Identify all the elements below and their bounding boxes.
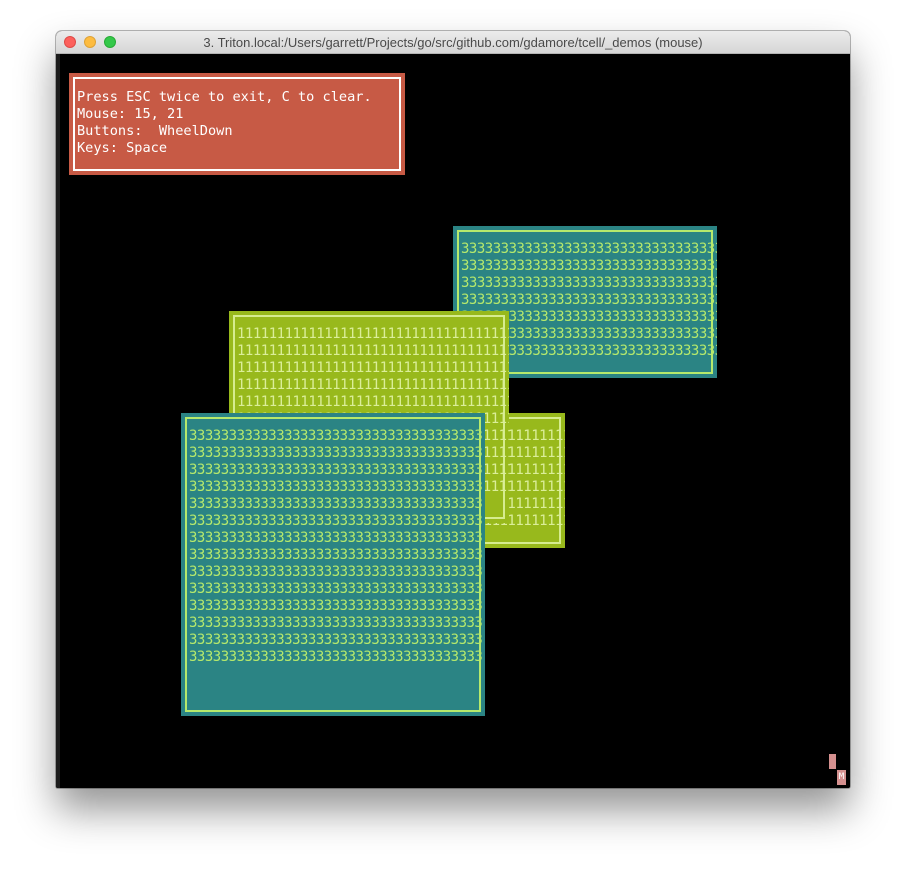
status-line: Mouse: 15, 21 (77, 106, 184, 122)
box-line: 3333333333333333333333333333333333333 (189, 649, 483, 665)
box-line: 3333333333333333333333333333333333333 (189, 496, 483, 512)
box-line: 3333333333333333333333333333333333333 (189, 581, 483, 597)
box-line: 3333333333333333333333333333333333333 (189, 428, 483, 444)
box-line: 11111111111111111111111111111111111 (237, 326, 509, 342)
window-title: 3. Triton.local:/Users/garrett/Projects/… (203, 35, 703, 50)
box-line: 3333333333333333333333333333333333333 (189, 462, 483, 478)
box-line: 333333333333333333333333333333333 (461, 275, 717, 291)
title-bar[interactable]: 3. Triton.local:/Users/garrett/Projects/… (56, 31, 850, 54)
box-line: 3333333333333333333333333333333333333 (189, 598, 483, 614)
terminal-left-edge (56, 54, 60, 788)
box-line: 11111111111111111111111111111111111 (237, 343, 509, 359)
status-panel: Press ESC twice to exit, C to clear. Mou… (69, 73, 405, 175)
box-line: 3333333333333333333333333333333333333 (189, 445, 483, 461)
status-panel-text: Press ESC twice to exit, C to clear. Mou… (77, 89, 372, 157)
status-line: Press ESC twice to exit, C to clear. (77, 89, 372, 105)
box-line: 3333333333333333333333333333333333333 (189, 513, 483, 529)
box-line: 3333333333333333333333333333333333333 (189, 530, 483, 546)
terminal-window: 3. Triton.local:/Users/garrett/Projects/… (56, 31, 850, 788)
scroll-marker[interactable] (829, 754, 836, 769)
box-text: 3333333333333333333333333333333333333 33… (189, 428, 483, 666)
box-line: 333333333333333333333333333333333 (461, 292, 717, 308)
box-line: 333333333333333333333333333333333 (461, 258, 717, 274)
box-line: 3333333333333333333333333333333333333 (189, 479, 483, 495)
box-line: 11111111111111111111111111111111111 (237, 394, 509, 410)
resize-corner[interactable]: M (837, 770, 846, 785)
status-line: Keys: Space (77, 140, 168, 156)
status-line: Buttons: WheelDown (77, 123, 233, 139)
box-line: 3333333333333333333333333333333333333 (189, 615, 483, 631)
box-line: 11111111111111111111111111111111111 (237, 360, 509, 376)
box-line: 3333333333333333333333333333333333333 (189, 632, 483, 648)
box-3-large: 3333333333333333333333333333333333333 33… (181, 413, 485, 716)
box-line: 333333333333333333333333333333333 (461, 241, 717, 257)
terminal-screen[interactable]: Press ESC twice to exit, C to clear. Mou… (56, 54, 850, 788)
box-line: 3333333333333333333333333333333333333 (189, 547, 483, 563)
box-line: 3333333333333333333333333333333333333 (189, 564, 483, 580)
box-line: 11111111111111111111111111111111111 (237, 377, 509, 393)
